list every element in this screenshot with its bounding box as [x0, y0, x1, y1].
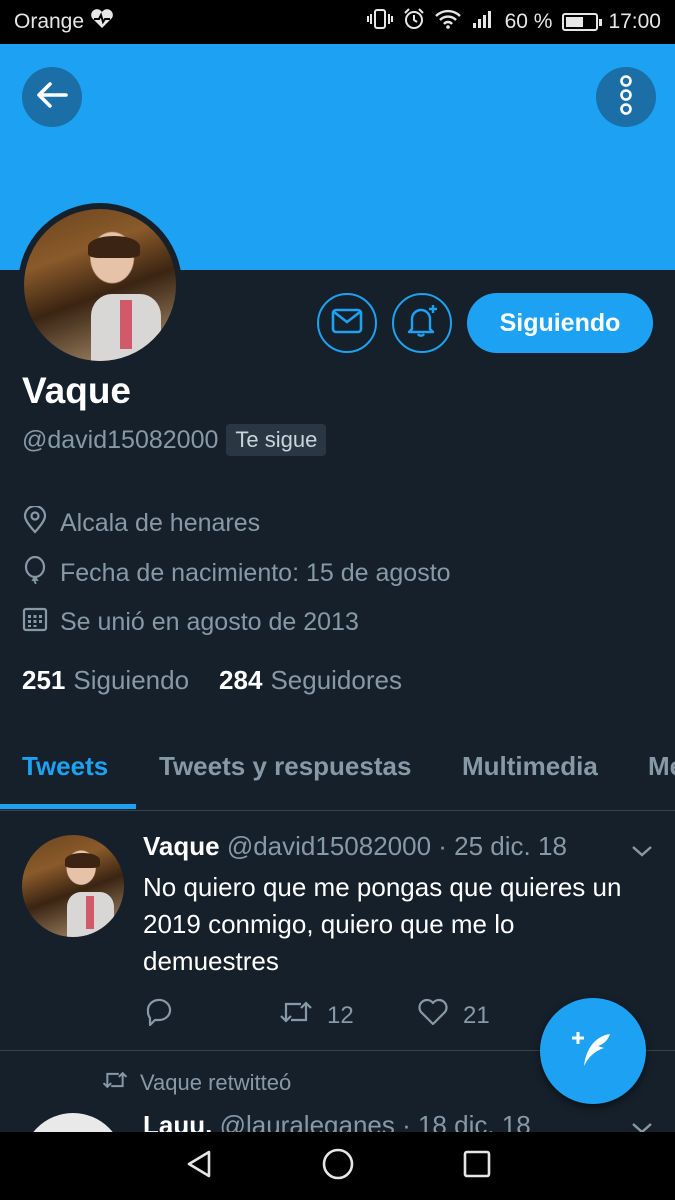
status-bar: Orange 60 % 17:00 [0, 0, 675, 44]
handle-row: @david15082000 Te sigue [22, 424, 327, 456]
envelope-icon [331, 308, 363, 339]
following-count-link[interactable]: 251 Siguiendo [22, 665, 189, 696]
carrier-label: Orange [14, 10, 85, 33]
more-vertical-icon [619, 74, 633, 120]
back-button[interactable] [22, 67, 82, 127]
reply-icon [143, 997, 175, 1034]
profile-tabs: Tweets Tweets y respuestas Multimedia Me [0, 735, 675, 811]
avatar [24, 209, 176, 361]
tweet-handle-date: @david15082000 · 25 dic. 18 [226, 831, 567, 861]
following-button[interactable]: Siguiendo [467, 293, 653, 353]
joined-row: Se unió en agosto de 2013 [22, 606, 359, 639]
retweet-button[interactable]: 12 [279, 999, 417, 1032]
active-tab-indicator [0, 804, 136, 809]
recents-square-icon[interactable] [462, 1149, 492, 1184]
birthday-text: Fecha de nacimiento: 15 de agosto [60, 559, 451, 587]
tab-tweets-replies[interactable]: Tweets y respuestas [159, 751, 411, 782]
profile-avatar[interactable] [18, 203, 182, 367]
following-count: 251 [22, 665, 66, 695]
battery-percent: 60 % [504, 10, 553, 33]
vibrate-icon [366, 8, 393, 36]
retweet-notice: Vaque retwitteó [102, 1070, 291, 1096]
profile-name: Vaque [22, 370, 131, 411]
retweet-small-icon [102, 1070, 128, 1096]
birthday-row: Fecha de nacimiento: 15 de agosto [22, 555, 451, 591]
tweet-actions: 12 21 [143, 997, 490, 1034]
retweet-icon [279, 999, 313, 1032]
tab-media[interactable]: Multimedia [462, 751, 598, 782]
tweet-author-name: Vaque [143, 831, 220, 861]
following-label: Siguiendo [73, 665, 190, 695]
joined-text: Se unió en agosto de 2013 [60, 608, 359, 636]
balloon-icon [22, 555, 48, 591]
profile-handle: @david15082000 [22, 425, 219, 454]
bell-plus-icon [404, 303, 440, 344]
reply-button[interactable] [143, 997, 279, 1034]
back-triangle-icon[interactable] [183, 1148, 215, 1185]
compose-feather-icon [568, 1024, 618, 1079]
message-button[interactable] [317, 293, 377, 353]
tab-likes[interactable]: Me [648, 751, 675, 782]
followers-count-link[interactable]: 284 Seguidores [219, 665, 402, 696]
location-text: Alcala de henares [60, 509, 261, 537]
battery-icon [562, 13, 603, 31]
calendar-icon [22, 606, 48, 639]
followers-count: 284 [219, 665, 263, 695]
followers-label: Seguidores [270, 665, 402, 695]
follow-counts: 251 Siguiendo 284 Seguidores [22, 665, 402, 696]
retweet-count: 12 [327, 1001, 354, 1029]
system-nav-bar [0, 1132, 675, 1200]
follows-you-badge: Te sigue [226, 424, 327, 456]
tab-tweets[interactable]: Tweets [22, 751, 108, 782]
signal-icon [471, 9, 495, 35]
chevron-down-icon[interactable] [630, 843, 654, 864]
tweet-header: Vaque @david15082000 · 25 dic. 18 [143, 831, 567, 862]
more-options-button[interactable] [596, 67, 656, 127]
home-circle-icon[interactable] [321, 1147, 355, 1186]
tweet-text: No quiero que me pongas que quieres un 2… [143, 872, 622, 976]
compose-tweet-button[interactable] [540, 998, 646, 1104]
location-pin-icon [22, 504, 48, 541]
retweet-notice-text: Vaque retwitteó [140, 1070, 292, 1095]
like-count: 21 [463, 1001, 490, 1029]
notifications-button[interactable] [392, 293, 452, 353]
tweet-avatar[interactable] [22, 835, 124, 937]
wifi-icon [434, 9, 461, 35]
alarm-icon [403, 8, 425, 36]
arrow-left-icon [35, 80, 69, 115]
like-button[interactable]: 21 [417, 998, 490, 1033]
location-row: Alcala de henares [22, 504, 261, 541]
heartbeat-icon [90, 9, 114, 35]
heart-icon [417, 998, 449, 1033]
clock: 17:00 [608, 10, 661, 33]
